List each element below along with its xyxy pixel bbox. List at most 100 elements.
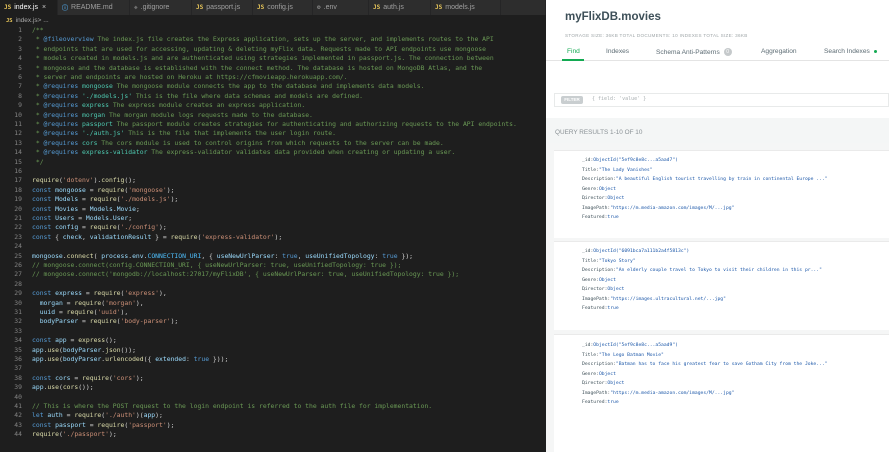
filter-input[interactable]: { field: 'value' } xyxy=(592,96,646,102)
code-token: @requires xyxy=(43,101,79,110)
code-token: mongoose xyxy=(78,82,113,91)
document-field: ImagePath:"https://m.media-amazon.com/im… xyxy=(582,391,734,396)
code-area[interactable]: 1/** 2 * @fileoverview The index.js file … xyxy=(0,26,546,452)
breadcrumb-file[interactable]: index.js xyxy=(16,17,38,24)
code-token: https://cfmovieapp.herokuapp.com/ xyxy=(216,73,344,81)
code-token: , xyxy=(82,232,90,241)
code-token: @requires xyxy=(43,129,79,138)
tab-find[interactable]: Find xyxy=(567,48,580,55)
code-token: = xyxy=(70,373,83,382)
document-field: Title:"The Lady Vanishes" xyxy=(582,168,653,173)
field-value: ObjectId("5ef9c8e8c...a5aad7") xyxy=(593,158,678,163)
code-token: passport xyxy=(78,120,113,128)
code-token: ); xyxy=(274,232,283,241)
code-token: = xyxy=(66,336,79,345)
code-token: The express module creates an express ap… xyxy=(108,101,306,110)
code-token: cors xyxy=(62,383,79,392)
code-line: 11 * @requires passport The passport mod… xyxy=(0,120,546,129)
code-token: ), xyxy=(135,298,144,307)
git-icon: ◆ xyxy=(134,4,138,11)
code-token: cors xyxy=(78,138,98,147)
tab-env[interactable]: ⚙ .env xyxy=(313,0,369,15)
line-number: 2 xyxy=(18,35,22,44)
code-token: ); xyxy=(135,373,144,382)
document-field: ImagePath:"https://images.ultracultural.… xyxy=(582,297,726,302)
document-field: Description:"Batman has to face his grea… xyxy=(582,362,828,367)
code-token: bodyParser xyxy=(62,355,102,363)
line-content: uuid = require('uuid'), xyxy=(32,308,129,317)
tab-aggregation[interactable]: Aggregation xyxy=(761,48,797,55)
line-number: 23 xyxy=(14,232,22,241)
document-card[interactable]: _id:ObjectId("5ef9c8e8c...a5aad7") Title:… xyxy=(554,150,889,238)
code-line: 7 * @requires mongoose The mongoose modu… xyxy=(0,82,546,91)
code-token: urlencoded xyxy=(105,355,144,363)
code-token: cors xyxy=(55,373,71,382)
field-value: Object xyxy=(607,287,625,292)
line-number: 22 xyxy=(14,223,22,232)
close-icon[interactable]: × xyxy=(42,4,46,11)
code-token: The cors module is used to control origi… xyxy=(97,138,444,147)
code-token: let xyxy=(32,411,48,420)
code-token: * xyxy=(32,138,44,147)
line-number: 34 xyxy=(14,336,22,345)
tab-index-js[interactable]: JS index.js × xyxy=(0,0,58,15)
code-line: 38 const cors = require('cors'); xyxy=(0,374,546,383)
tab-gitignore[interactable]: ◆ .gitignore xyxy=(130,0,192,15)
code-token: const xyxy=(32,232,56,241)
field-value: "https://m.media-amazon.com/images/M/...… xyxy=(610,390,735,396)
collection-tab-bar: Find Indexes Schema Anti-Patterns 0 Aggr… xyxy=(546,44,889,61)
code-token: })); xyxy=(209,355,229,363)
tab-indexes[interactable]: Indexes xyxy=(606,48,629,55)
line-number: 7 xyxy=(18,82,22,91)
tab-auth-js[interactable]: JS auth.js xyxy=(369,0,431,15)
document-field: Director:Object xyxy=(582,196,624,201)
line-content: app.use(cors()); xyxy=(32,383,94,392)
code-line: 24 xyxy=(0,242,546,251)
code-token: const xyxy=(32,420,56,429)
line-content: * @requires passport The passport module… xyxy=(32,120,517,129)
code-token: './models.js' xyxy=(78,91,133,100)
code-token: = xyxy=(82,289,94,298)
code-token: * xyxy=(32,91,44,100)
code-token: 'express' xyxy=(124,289,160,298)
line-number: 18 xyxy=(14,185,22,194)
code-token: true xyxy=(382,251,398,260)
code-token: uuid xyxy=(39,308,56,316)
code-token: // mongoose.connect(config.CONNECTION_UR… xyxy=(32,261,402,269)
code-token: const xyxy=(32,373,56,382)
code-token: check xyxy=(62,232,83,241)
tab-schema-anti-patterns[interactable]: Schema Anti-Patterns 0 xyxy=(656,48,732,56)
tab-search-indexes[interactable]: Search Indexes xyxy=(824,48,877,55)
code-editor: JS index.js × ⓘ README.md ◆ .gitignore J… xyxy=(0,0,546,452)
line-number: 26 xyxy=(14,261,22,269)
tab-passport-js[interactable]: JS passport.js xyxy=(192,0,253,15)
code-token: const xyxy=(32,223,56,232)
filter-button[interactable]: FILTER xyxy=(561,96,583,104)
line-number: 11 xyxy=(14,120,22,128)
code-token: * mongoose and the database is establish… xyxy=(32,63,483,72)
line-content: * @requires './auth.js' This is the file… xyxy=(32,129,336,138)
tab-overflow[interactable] xyxy=(501,0,546,15)
code-token: app xyxy=(55,336,67,345)
code-line: 20 const Movies = Models.Movie; xyxy=(0,205,546,214)
line-number: 37 xyxy=(14,364,22,373)
field-value: "An elderly couple travel to Tokyo to vi… xyxy=(615,268,822,273)
line-content: * @requires cors The cors module is used… xyxy=(32,139,444,148)
field-value: true xyxy=(607,306,619,311)
line-content: const Users = Models.User; xyxy=(32,214,132,223)
tab-config-js[interactable]: JS config.js xyxy=(253,0,313,15)
line-content: /** xyxy=(32,26,44,35)
code-token: auth xyxy=(47,411,63,420)
field-value: Object xyxy=(607,381,625,386)
code-line: 16 xyxy=(0,167,546,176)
code-token: require xyxy=(97,185,125,194)
document-card[interactable]: _id:ObjectId("5ef9c8e8c...a5aad9") Title:… xyxy=(554,334,889,452)
line-content: * @requires express The express module c… xyxy=(32,101,305,110)
document-card[interactable]: _id:ObjectId("6091bca7a111b2a4f5813c") Ti… xyxy=(554,241,889,330)
tab-models-js[interactable]: JS models.js xyxy=(431,0,501,15)
code-token: * server and endpoints are hosted on Her… xyxy=(32,73,217,81)
code-token: app xyxy=(32,345,44,354)
tab-readme-md[interactable]: ⓘ README.md xyxy=(58,0,130,15)
field-value: "The Lego Batman Movie" xyxy=(598,352,664,358)
code-line: 27 // mongoose.connect('mongodb://localho… xyxy=(0,270,546,279)
